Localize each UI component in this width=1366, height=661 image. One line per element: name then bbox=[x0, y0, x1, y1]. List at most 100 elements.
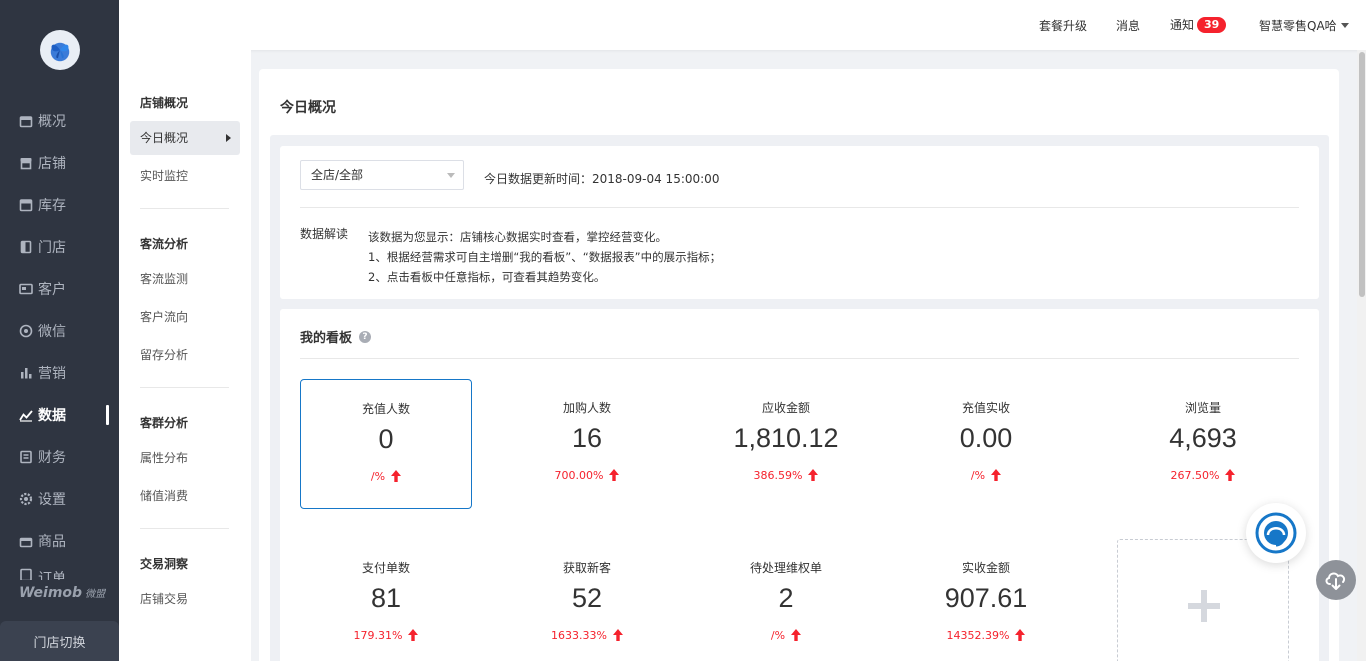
metric-change: 386.59% bbox=[700, 469, 872, 482]
rail-item-label: 订单 bbox=[38, 571, 66, 580]
rail-item-8[interactable]: 财务 bbox=[0, 442, 119, 472]
bag-icon bbox=[19, 534, 33, 548]
metric-card[interactable]: 充值人数 0 /% bbox=[300, 379, 472, 509]
metric-label: 充值人数 bbox=[361, 402, 410, 416]
divider bbox=[140, 208, 229, 209]
metric-label: 充值实收 bbox=[961, 401, 1010, 415]
rail-item-11[interactable]: 订单 bbox=[0, 568, 119, 580]
metric-card[interactable]: 加购人数 16 700.00% bbox=[501, 379, 673, 509]
rail-item-6[interactable]: 营销 bbox=[0, 358, 119, 388]
rail-item-5[interactable]: 微信 bbox=[0, 316, 119, 346]
subnav-group-title: 交易洞察 bbox=[140, 557, 189, 571]
arrow-up-icon bbox=[991, 469, 1002, 481]
rail-item-1[interactable]: 店铺 bbox=[0, 148, 119, 178]
order-icon bbox=[19, 568, 33, 580]
scrollbar-thumb[interactable] bbox=[1359, 52, 1365, 297]
subnav-group-title: 店铺概况 bbox=[140, 96, 189, 110]
rail-item-10[interactable]: 商品 bbox=[0, 526, 119, 556]
metric-value: 2 bbox=[778, 583, 794, 613]
subnav-item-today-overview[interactable]: 今日概况 bbox=[130, 121, 240, 155]
subnav-group-title: 客群分析 bbox=[140, 416, 189, 430]
subnav-item-customer-flow[interactable]: 客户流向 bbox=[130, 300, 240, 334]
metric-card[interactable]: 充值实收 0.00 /% bbox=[900, 379, 1072, 509]
metric-label: 获取新客 bbox=[562, 561, 611, 575]
metric-card[interactable]: 支付单数 81 179.31% bbox=[300, 539, 472, 661]
rail-item-label: 门店 bbox=[38, 240, 66, 256]
metric-change: /% bbox=[900, 469, 1072, 482]
rail-item-label: 店铺 bbox=[38, 156, 66, 172]
metric-card[interactable]: 应收金额 1,810.12 386.59% bbox=[700, 379, 872, 509]
plus-icon bbox=[1188, 590, 1220, 622]
metric-label: 待处理维权单 bbox=[749, 561, 822, 575]
customer-service-button[interactable] bbox=[1246, 503, 1306, 563]
rail-item-2[interactable]: 库存 bbox=[0, 190, 119, 220]
rail-item-label: 库存 bbox=[38, 198, 66, 214]
subnav-item-stored-value[interactable]: 储值消费 bbox=[130, 479, 240, 513]
notify-label: 通知 bbox=[1170, 18, 1195, 32]
chevron-down-icon bbox=[447, 173, 455, 178]
bar-chart-icon bbox=[19, 366, 33, 380]
store-switch-button[interactable]: 门店切换 bbox=[0, 621, 119, 661]
avatar[interactable] bbox=[40, 30, 80, 70]
notify-count-badge: 39 bbox=[1197, 17, 1227, 33]
metric-change: 700.00% bbox=[501, 469, 673, 482]
help-icon[interactable]: ? bbox=[359, 330, 372, 343]
account-menu[interactable]: 智慧零售QA哈 bbox=[1259, 17, 1349, 34]
arrow-up-icon bbox=[612, 629, 623, 641]
divider bbox=[140, 387, 229, 388]
upgrade-link[interactable]: 套餐升级 bbox=[1039, 17, 1087, 34]
metric-value: 81 bbox=[370, 583, 402, 613]
rail-item-label: 商品 bbox=[38, 534, 66, 550]
metric-label: 浏览量 bbox=[1184, 401, 1221, 415]
rail-item-9[interactable]: 设置 bbox=[0, 484, 119, 514]
metric-change: 179.31% bbox=[300, 629, 472, 642]
rail-item-4[interactable]: 客户 bbox=[0, 274, 119, 304]
rail-item-label: 数据 bbox=[38, 408, 66, 424]
metric-value: 4,693 bbox=[1169, 423, 1237, 453]
sub-sidebar: 店铺概况 今日概况 实时监控 客流分析 客流监测 客户流向 留存分析 客群分析 … bbox=[119, 50, 251, 661]
messages-link[interactable]: 消息 bbox=[1116, 17, 1140, 34]
metric-label: 应收金额 bbox=[761, 401, 810, 415]
metric-value: 16 bbox=[571, 423, 603, 453]
content-wrap: 全店/全部 今日数据更新时间：2018-09-04 15:00:00 数据解读 … bbox=[270, 135, 1329, 661]
metric-card[interactable]: 获取新客 52 1633.33% bbox=[501, 539, 673, 661]
subnav-item-realtime-monitor[interactable]: 实时监控 bbox=[130, 159, 240, 193]
rail-item-label: 财务 bbox=[38, 450, 66, 466]
chevron-down-icon bbox=[1340, 23, 1349, 28]
metric-label: 支付单数 bbox=[361, 561, 410, 575]
rail-item-label: 设置 bbox=[38, 492, 66, 508]
arrow-up-icon bbox=[408, 629, 419, 641]
shop-icon bbox=[19, 156, 33, 170]
notify-link[interactable]: 通知 39 bbox=[1170, 16, 1227, 33]
metric-value: 907.61 bbox=[944, 583, 1028, 613]
box-icon bbox=[19, 198, 33, 212]
headset-icon bbox=[1255, 512, 1297, 554]
rail-item-7[interactable]: 数据 bbox=[0, 400, 119, 430]
ledger-icon bbox=[19, 450, 33, 464]
subnav-item-attribute-dist[interactable]: 属性分布 bbox=[130, 441, 240, 475]
update-time: 今日数据更新时间：2018-09-04 15:00:00 bbox=[484, 172, 720, 186]
top-header: 套餐升级 消息 通知 39 智慧零售QA哈 bbox=[119, 0, 1366, 50]
id-card-icon bbox=[19, 282, 33, 296]
arrow-up-icon bbox=[808, 469, 819, 481]
subnav-item-store-trade[interactable]: 店铺交易 bbox=[130, 582, 240, 616]
download-cloud-button[interactable] bbox=[1316, 560, 1356, 600]
my-board-card: 我的看板? 充值人数 0 /% 加购人数 16 700.00% 应收金额 1,810.12 38… bbox=[280, 309, 1319, 661]
gear-icon bbox=[19, 492, 33, 506]
metric-card[interactable]: 实收金额 907.61 14352.39% bbox=[900, 539, 1072, 661]
rail-item-0[interactable]: 概况 bbox=[0, 106, 119, 136]
rail-item-3[interactable]: 门店 bbox=[0, 232, 119, 262]
metric-change: 267.50% bbox=[1117, 469, 1289, 482]
metric-card[interactable]: 浏览量 4,693 267.50% bbox=[1117, 379, 1289, 509]
page-title: 今日概况 bbox=[280, 100, 336, 116]
subnav-group-title: 客流分析 bbox=[140, 237, 189, 251]
metric-card[interactable]: 待处理维权单 2 /% bbox=[700, 539, 872, 661]
divider bbox=[300, 358, 1299, 359]
door-icon bbox=[19, 240, 33, 254]
subnav-item-traffic-monitor[interactable]: 客流监测 bbox=[130, 262, 240, 296]
metric-value: 52 bbox=[571, 583, 603, 613]
store-select[interactable]: 全店/全部 bbox=[300, 160, 464, 190]
weimob-logo: Weimob 微盟 bbox=[19, 585, 106, 601]
wechat-icon bbox=[19, 324, 33, 338]
subnav-item-retention[interactable]: 留存分析 bbox=[130, 338, 240, 372]
